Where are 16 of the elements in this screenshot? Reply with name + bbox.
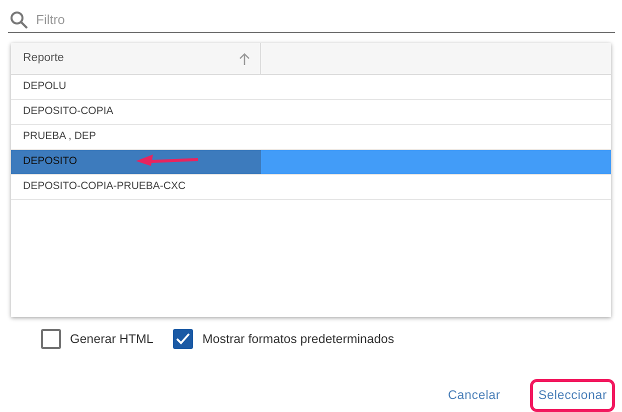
table-cell: DEPOSITO [11,150,261,174]
search-icon [10,11,28,29]
checkbox-label: Mostrar formatos predeterminados [202,330,394,348]
table-cell-text: DEPOSITO-COPIA [22,104,114,120]
checkbox-label: Generar HTML [70,330,154,348]
dialog-button[interactable]: Seleccionar [530,379,615,412]
table-row[interactable]: DEPOLU [11,75,611,100]
checkbox[interactable] [41,329,61,349]
table-row[interactable]: DEPOSITO-COPIA [11,100,611,125]
dialog-button[interactable]: Cancelar [440,379,508,412]
table-row[interactable]: DEPOSITO [11,150,611,175]
table-cell-text: DEPOSITO-COPIA-PRUEBA-CXC [22,179,187,194]
table-cell-text: PRUEBA , DEP [22,129,97,144]
table-cell-text: DEPOLU [22,79,68,94]
checkbox[interactable] [173,329,194,349]
table-row[interactable]: DEPOSITO-COPIA-PRUEBA-CXC [11,175,611,200]
